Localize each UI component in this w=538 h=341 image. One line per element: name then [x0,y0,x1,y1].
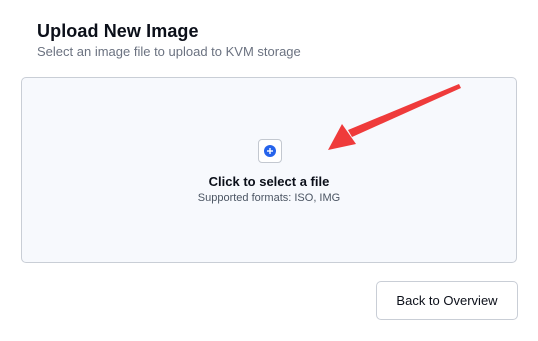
supported-formats-text: Supported formats: ISO, IMG [197,192,341,204]
plus-circle-icon [264,145,276,157]
dropzone-title: Click to select a file [208,174,330,189]
upload-image-page: Upload New Image Select an image file to… [0,0,538,341]
back-to-overview-button[interactable]: Back to Overview [376,281,518,320]
upload-icon-button[interactable] [258,139,282,163]
page-title: Upload New Image [37,21,199,41]
page-subtitle: Select an image file to upload to KVM st… [37,44,301,59]
file-dropzone[interactable]: Click to select a file Supported formats… [21,77,517,263]
